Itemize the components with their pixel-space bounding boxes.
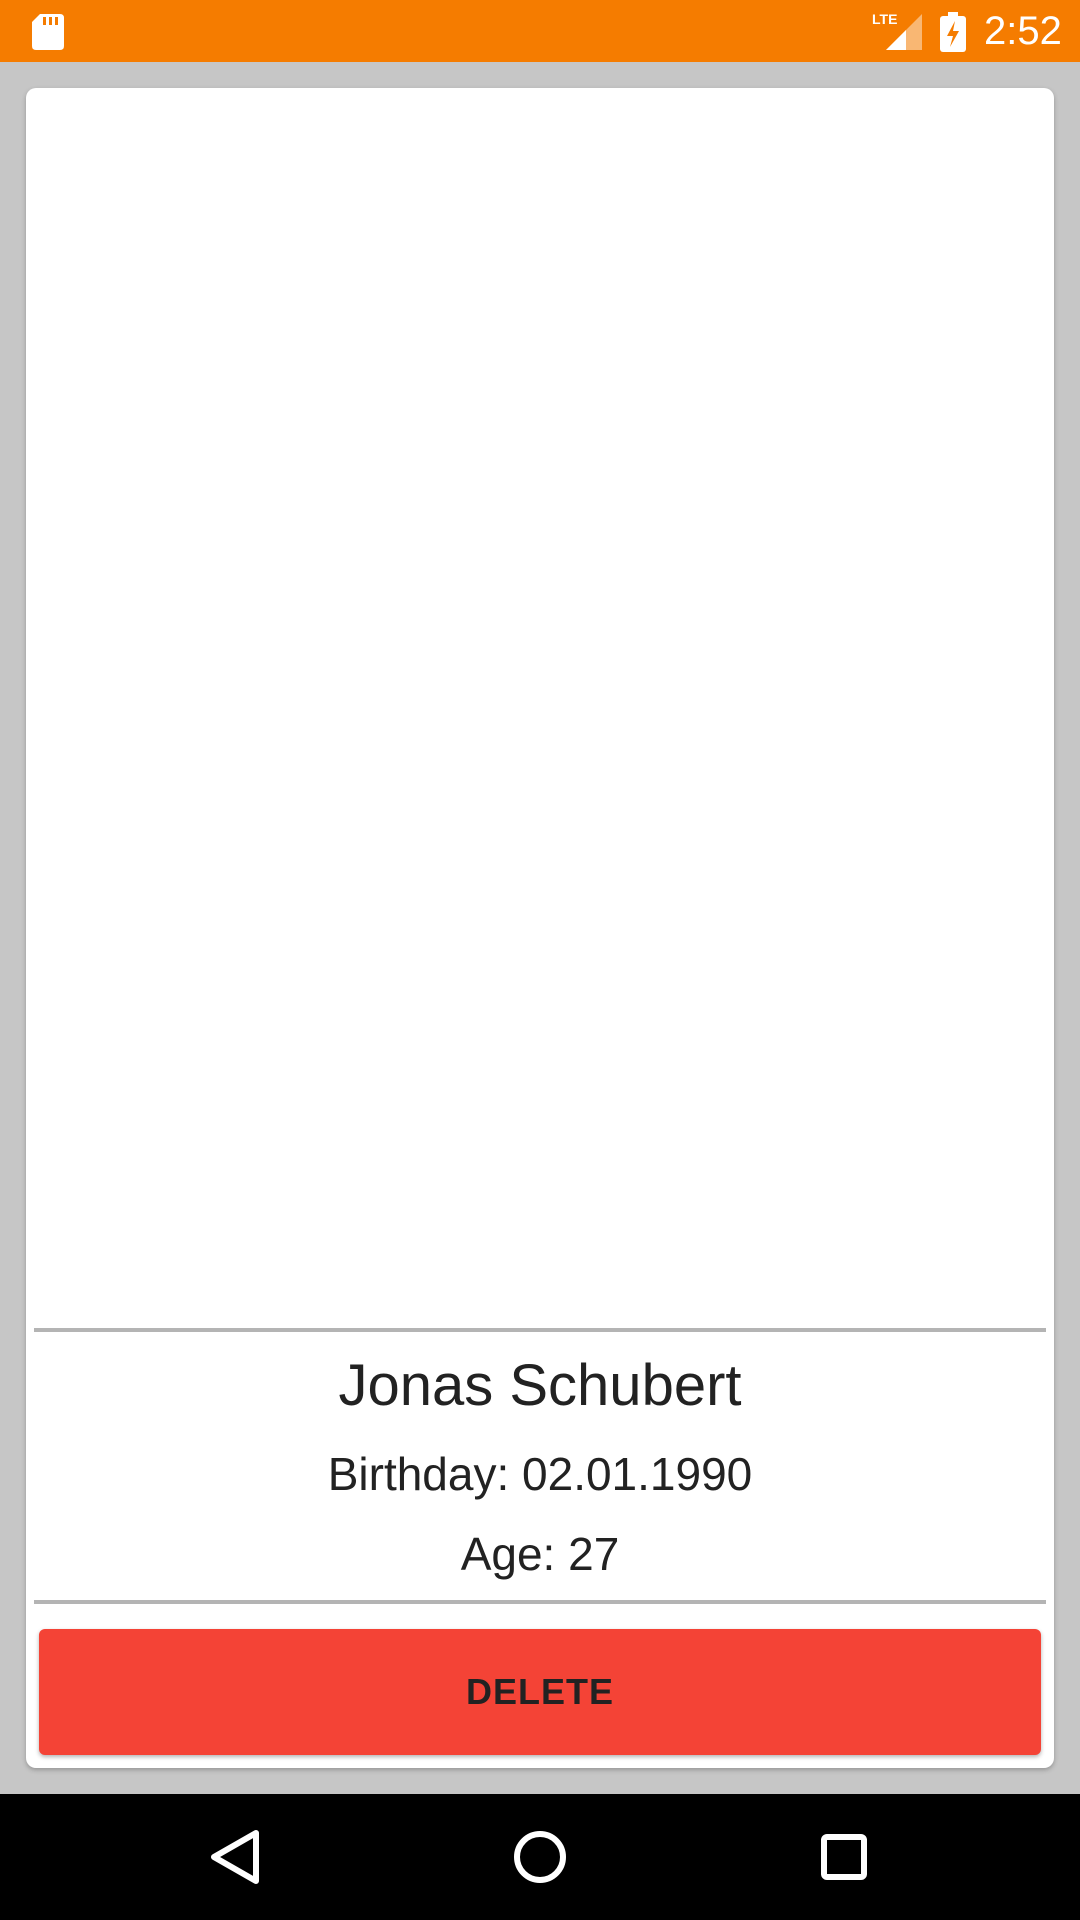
profile-info: Jonas Schubert Birthday: 02.01.1990 Age:… xyxy=(26,1332,1054,1600)
back-icon[interactable] xyxy=(196,1817,276,1897)
divider-bottom xyxy=(34,1600,1046,1604)
delete-button[interactable]: DELETE xyxy=(39,1629,1041,1755)
profile-card: Jonas Schubert Birthday: 02.01.1990 Age:… xyxy=(26,88,1054,1768)
profile-birthday: Birthday: 02.01.1990 xyxy=(327,1448,753,1500)
home-icon[interactable] xyxy=(500,1817,580,1897)
profile-name: Jonas Schubert xyxy=(338,1353,742,1418)
recents-icon[interactable] xyxy=(804,1817,884,1897)
profile-photo xyxy=(26,88,1054,1328)
status-bar: LTE 2:52 xyxy=(0,0,1080,62)
lte-signal-icon: LTE xyxy=(872,11,922,50)
navigation-bar xyxy=(0,1794,1080,1920)
profile-age: Age: 27 xyxy=(460,1528,620,1580)
sd-card-icon xyxy=(32,14,64,50)
status-clock: 2:52 xyxy=(984,9,1062,53)
lte-label: LTE xyxy=(872,11,897,27)
battery-charging-icon xyxy=(940,12,966,52)
